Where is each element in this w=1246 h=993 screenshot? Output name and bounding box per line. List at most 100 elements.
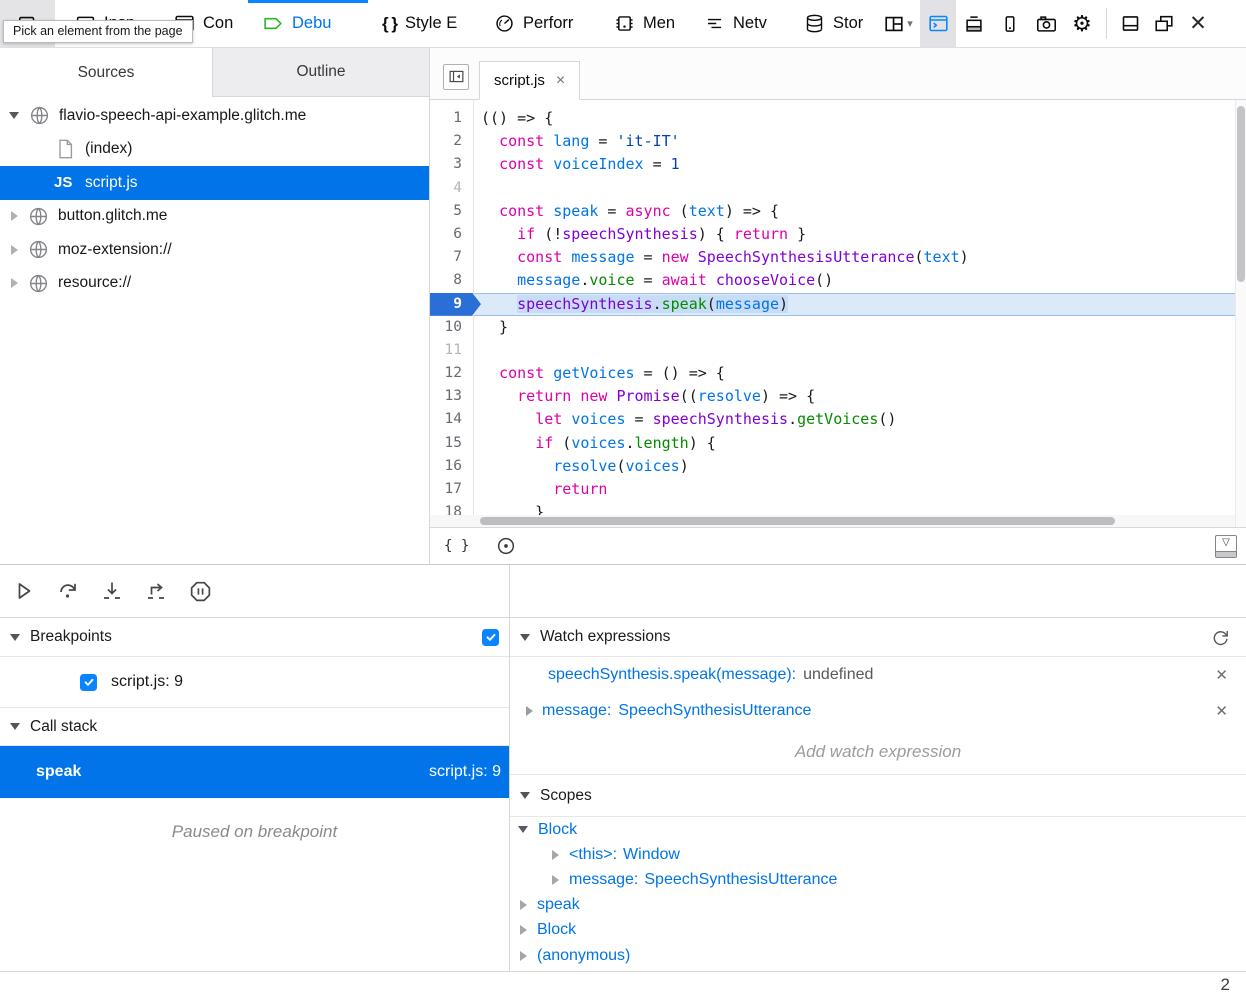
scope-node-anonymous[interactable]: (anonymous) bbox=[510, 943, 1246, 968]
editor-vertical-scrollbar[interactable] bbox=[1235, 100, 1246, 527]
editor-tab-scriptjs[interactable]: script.js × bbox=[479, 61, 580, 100]
scope-node-block2[interactable]: Block bbox=[510, 918, 1246, 943]
expander-closed-icon[interactable] bbox=[520, 900, 527, 910]
scope-label: Block bbox=[537, 921, 576, 939]
horizontal-scroll-thumb[interactable] bbox=[480, 517, 1115, 525]
line-number[interactable]: 13 bbox=[430, 385, 473, 408]
callstack-header[interactable]: Call stack bbox=[0, 708, 509, 746]
tab-debugger[interactable]: Debu bbox=[248, 0, 368, 47]
breakpoint-checkbox[interactable] bbox=[80, 674, 97, 691]
split-console-button[interactable] bbox=[920, 0, 956, 47]
style-editor-icon: { } bbox=[382, 14, 397, 34]
code-line: 11 bbox=[430, 339, 1246, 362]
breakpoint-item[interactable]: script.js: 9 bbox=[0, 657, 509, 708]
expander-closed-icon[interactable] bbox=[552, 850, 559, 860]
tab-storage[interactable]: Stor bbox=[790, 0, 876, 47]
paused-status: Paused on breakpoint bbox=[0, 822, 509, 842]
watch-expression-item[interactable]: message: SpeechSynthesisUtterance ✕ bbox=[510, 693, 1246, 729]
device-button[interactable] bbox=[992, 0, 1028, 47]
collapse-sources-pane-button[interactable] bbox=[443, 64, 469, 90]
tab-close-icon[interactable]: × bbox=[556, 72, 565, 90]
line-number[interactable]: 4 bbox=[430, 177, 473, 200]
source-tree-item-button[interactable]: button.glitch.me bbox=[0, 200, 429, 234]
devtools-window: Insp Con Debu { } Style E bbox=[0, 0, 1246, 993]
layout-grid-button[interactable]: ▾ bbox=[876, 0, 920, 47]
line-number[interactable]: 1 bbox=[430, 107, 473, 130]
section-expander-icon bbox=[520, 792, 530, 799]
expander-closed-icon[interactable] bbox=[11, 278, 18, 288]
source-tree-item-domain[interactable]: flavio-speech-api-example.glitch.me bbox=[0, 99, 429, 133]
line-number[interactable]: 17 bbox=[430, 478, 473, 501]
tab-style-editor[interactable]: { } Style E bbox=[368, 0, 480, 47]
tab-sources[interactable]: Sources bbox=[0, 48, 212, 97]
line-number[interactable]: 6 bbox=[430, 223, 473, 246]
editor-horizontal-scrollbar[interactable] bbox=[430, 515, 1235, 527]
expander-closed-icon[interactable] bbox=[11, 245, 18, 255]
blackbox-source-button[interactable] bbox=[495, 535, 517, 557]
expander-closed-icon[interactable] bbox=[520, 951, 527, 961]
line-number[interactable]: 8 bbox=[430, 269, 473, 292]
callstack-frame-selected[interactable]: speak script.js: 9 bbox=[0, 746, 509, 798]
remove-watch-icon[interactable]: ✕ bbox=[1215, 702, 1228, 720]
source-tree-item-scriptjs[interactable]: JS script.js bbox=[0, 166, 429, 200]
remove-watch-icon[interactable]: ✕ bbox=[1215, 666, 1228, 684]
pretty-print-button[interactable]: { } bbox=[444, 538, 469, 554]
debug-controls bbox=[0, 565, 510, 617]
pause-on-exceptions-button[interactable] bbox=[178, 569, 222, 613]
line-number[interactable]: 5 bbox=[430, 200, 473, 223]
expander-open-icon[interactable] bbox=[518, 826, 528, 833]
breakpoints-title: Breakpoints bbox=[30, 628, 112, 646]
source-tree-item-index[interactable]: (index) bbox=[0, 133, 429, 167]
line-number[interactable]: 2 bbox=[430, 130, 473, 153]
line-number[interactable]: 7 bbox=[430, 246, 473, 269]
code-text: return bbox=[473, 478, 607, 501]
close-devtools-button[interactable]: ✕ bbox=[1181, 0, 1215, 47]
source-tree-item-resource[interactable]: resource:// bbox=[0, 267, 429, 301]
scopes-header[interactable]: Scopes bbox=[510, 775, 1246, 817]
code-line: 4 bbox=[430, 177, 1246, 200]
tab-performance[interactable]: Perforr bbox=[480, 0, 600, 47]
expander-open-icon[interactable] bbox=[9, 112, 19, 119]
line-number[interactable]: 14 bbox=[430, 408, 473, 431]
tab-memory-label: Men bbox=[643, 14, 675, 33]
step-over-button[interactable] bbox=[46, 569, 90, 613]
toggle-all-breakpoints-checkbox[interactable] bbox=[482, 629, 499, 646]
line-number[interactable]: 11 bbox=[430, 339, 473, 362]
scope-value: Window bbox=[623, 846, 680, 864]
step-out-button[interactable] bbox=[134, 569, 178, 613]
responsive-design-button[interactable] bbox=[956, 0, 992, 47]
line-number[interactable]: 15 bbox=[430, 432, 473, 455]
code-line: 6 if (!speechSynthesis) { return } bbox=[430, 223, 1246, 246]
tab-outline[interactable]: Outline bbox=[212, 48, 429, 97]
expander-closed-icon[interactable] bbox=[11, 211, 18, 221]
separate-window-button[interactable] bbox=[1147, 0, 1181, 47]
settings-button[interactable]: ⚙ bbox=[1064, 0, 1100, 47]
scope-node-block[interactable]: Block bbox=[510, 817, 1246, 842]
expander-closed-icon[interactable] bbox=[526, 706, 533, 716]
tab-memory[interactable]: Men bbox=[600, 0, 690, 47]
camera-icon bbox=[1035, 13, 1058, 35]
step-in-button[interactable] bbox=[90, 569, 134, 613]
line-number[interactable]: 10 bbox=[430, 316, 473, 339]
line-number[interactable]: 12 bbox=[430, 362, 473, 385]
refresh-watch-button[interactable] bbox=[1211, 628, 1230, 647]
dock-to-bottom-button[interactable] bbox=[1113, 0, 1147, 47]
expander-closed-icon[interactable] bbox=[520, 925, 527, 935]
expand-panes-button[interactable]: ▽ bbox=[1215, 535, 1237, 558]
line-number[interactable]: 3 bbox=[430, 153, 473, 176]
source-tree-item-mozextension[interactable]: moz-extension:// bbox=[0, 233, 429, 267]
breakpoints-header[interactable]: Breakpoints bbox=[0, 618, 509, 657]
scope-node-message[interactable]: message: SpeechSynthesisUtterance bbox=[510, 867, 1246, 892]
screenshot-button[interactable] bbox=[1028, 0, 1064, 47]
vertical-scroll-thumb[interactable] bbox=[1237, 106, 1245, 282]
tab-network[interactable]: Netv bbox=[690, 0, 790, 47]
expander-closed-icon[interactable] bbox=[552, 875, 559, 885]
watch-expressions-header[interactable]: Watch expressions bbox=[510, 618, 1246, 657]
watch-expression-item[interactable]: speechSynthesis.speak(message): undefine… bbox=[510, 657, 1246, 693]
resume-button[interactable] bbox=[2, 569, 46, 613]
line-number[interactable]: 16 bbox=[430, 455, 473, 478]
breakpoint-line-number[interactable]: 9 bbox=[430, 293, 473, 316]
scope-node-speak[interactable]: speak bbox=[510, 893, 1246, 918]
scope-node-this[interactable]: <this>: Window bbox=[510, 842, 1246, 867]
add-watch-expression[interactable]: Add watch expression bbox=[510, 729, 1246, 775]
